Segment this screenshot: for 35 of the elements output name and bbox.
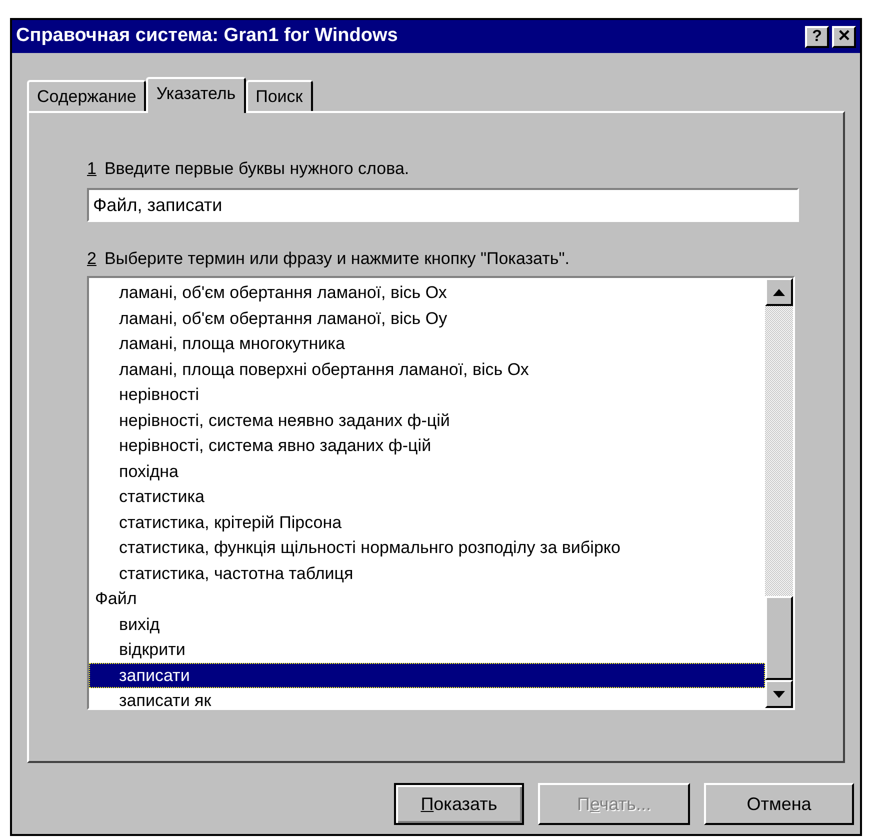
- scroll-down-button[interactable]: [765, 680, 793, 708]
- instruction-text: 2 Выберите термин или фразу и нажмите кнопку "Показать".: [87, 248, 571, 270]
- list-item[interactable]: ламані, площа поверхні обертання ламаної, вісь Ох: [89, 356, 765, 382]
- up-arrow-icon: [773, 288, 785, 296]
- scroll-thumb[interactable]: [765, 596, 793, 680]
- search-field[interactable]: Файл, записати: [87, 188, 799, 222]
- dialog-button[interactable]: Показать: [394, 783, 524, 825]
- list-item[interactable]: вихід: [89, 612, 765, 637]
- list-item[interactable]: ламані, об'єм обертання ламаної, вісь Ох: [89, 280, 765, 306]
- list-item[interactable]: похідна: [89, 458, 765, 484]
- list-item[interactable]: записати: [89, 662, 765, 688]
- list-item[interactable]: нерівності, система явно заданих ф-цій: [89, 433, 765, 458]
- window-title: Справочная система: Gran1 for Windows: [16, 24, 398, 48]
- list-item[interactable]: ламані, об'єм обертання ламаної, вісь Оу: [89, 306, 765, 331]
- tab[interactable]: Поиск: [246, 80, 313, 111]
- list-item[interactable]: статистика, функція щільності нормальнго розподілу за вибірко: [89, 535, 765, 560]
- list-item[interactable]: нерівності: [89, 382, 765, 408]
- list-item[interactable]: статистика: [89, 484, 765, 510]
- scroll-up-button[interactable]: [765, 278, 793, 306]
- dialog-button[interactable]: Отмена: [704, 783, 854, 825]
- list-item[interactable]: записати як: [89, 688, 765, 708]
- close-button[interactable]: ✕: [832, 26, 856, 48]
- help-button[interactable]: ?: [805, 26, 829, 48]
- tab[interactable]: Содержание: [27, 80, 146, 111]
- list-item[interactable]: ламані, площа многокутника: [89, 331, 765, 356]
- list-item[interactable]: статистика, частотна таблиця: [89, 560, 765, 586]
- list-item[interactable]: відкрити: [89, 637, 765, 662]
- list-item[interactable]: Файл: [89, 586, 765, 612]
- scrollbar[interactable]: [765, 278, 793, 708]
- down-arrow-icon: [773, 690, 785, 698]
- list-item[interactable]: статистика, крітерій Пірсона: [89, 510, 765, 535]
- index-list[interactable]: [87, 276, 795, 710]
- list-item[interactable]: нерівності, система неявно заданих ф-цій: [89, 408, 765, 433]
- tab[interactable]: Указатель: [146, 77, 246, 113]
- instruction-text: 1 Введите первые буквы нужного слова.: [87, 158, 410, 180]
